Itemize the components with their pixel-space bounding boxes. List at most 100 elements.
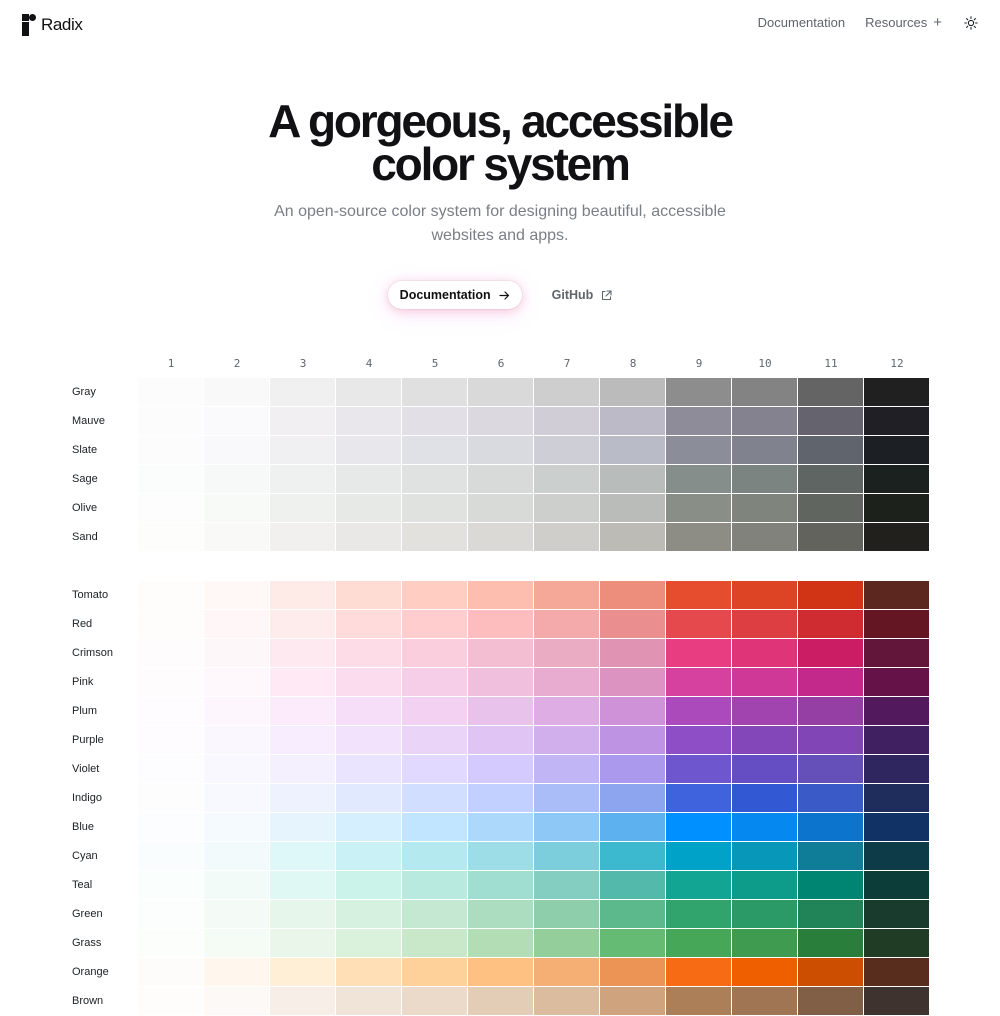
swatch-tomato-6[interactable] <box>468 581 533 609</box>
logo[interactable]: Radix <box>22 14 83 36</box>
swatch-crimson-11[interactable] <box>798 639 863 667</box>
swatch-grass-12[interactable] <box>864 929 929 957</box>
swatch-tomato-1[interactable] <box>138 581 203 609</box>
swatch-grass-9[interactable] <box>666 929 731 957</box>
swatch-purple-5[interactable] <box>402 726 467 754</box>
swatch-indigo-2[interactable] <box>204 784 269 812</box>
swatch-olive-11[interactable] <box>798 494 863 522</box>
swatch-tomato-7[interactable] <box>534 581 599 609</box>
swatch-gray-11[interactable] <box>798 378 863 406</box>
swatch-gray-10[interactable] <box>732 378 797 406</box>
swatch-teal-11[interactable] <box>798 871 863 899</box>
swatch-blue-2[interactable] <box>204 813 269 841</box>
swatch-green-4[interactable] <box>336 900 401 928</box>
swatch-cyan-6[interactable] <box>468 842 533 870</box>
swatch-violet-10[interactable] <box>732 755 797 783</box>
swatch-brown-10[interactable] <box>732 987 797 1015</box>
swatch-grass-11[interactable] <box>798 929 863 957</box>
swatch-tomato-10[interactable] <box>732 581 797 609</box>
swatch-sand-12[interactable] <box>864 523 929 551</box>
swatch-blue-9[interactable] <box>666 813 731 841</box>
swatch-pink-12[interactable] <box>864 668 929 696</box>
swatch-violet-6[interactable] <box>468 755 533 783</box>
swatch-sand-6[interactable] <box>468 523 533 551</box>
swatch-pink-11[interactable] <box>798 668 863 696</box>
swatch-purple-3[interactable] <box>270 726 335 754</box>
swatch-crimson-10[interactable] <box>732 639 797 667</box>
swatch-green-6[interactable] <box>468 900 533 928</box>
swatch-gray-9[interactable] <box>666 378 731 406</box>
swatch-purple-1[interactable] <box>138 726 203 754</box>
swatch-grass-5[interactable] <box>402 929 467 957</box>
swatch-cyan-2[interactable] <box>204 842 269 870</box>
swatch-plum-5[interactable] <box>402 697 467 725</box>
swatch-sand-4[interactable] <box>336 523 401 551</box>
swatch-tomato-5[interactable] <box>402 581 467 609</box>
swatch-blue-8[interactable] <box>600 813 665 841</box>
swatch-gray-4[interactable] <box>336 378 401 406</box>
swatch-teal-1[interactable] <box>138 871 203 899</box>
swatch-red-10[interactable] <box>732 610 797 638</box>
swatch-mauve-8[interactable] <box>600 407 665 435</box>
swatch-pink-9[interactable] <box>666 668 731 696</box>
swatch-slate-12[interactable] <box>864 436 929 464</box>
swatch-crimson-8[interactable] <box>600 639 665 667</box>
swatch-blue-4[interactable] <box>336 813 401 841</box>
swatch-slate-1[interactable] <box>138 436 203 464</box>
swatch-blue-3[interactable] <box>270 813 335 841</box>
swatch-grass-6[interactable] <box>468 929 533 957</box>
swatch-red-3[interactable] <box>270 610 335 638</box>
swatch-orange-6[interactable] <box>468 958 533 986</box>
swatch-grass-10[interactable] <box>732 929 797 957</box>
swatch-green-3[interactable] <box>270 900 335 928</box>
swatch-orange-11[interactable] <box>798 958 863 986</box>
swatch-red-5[interactable] <box>402 610 467 638</box>
swatch-teal-8[interactable] <box>600 871 665 899</box>
swatch-violet-11[interactable] <box>798 755 863 783</box>
swatch-mauve-12[interactable] <box>864 407 929 435</box>
swatch-sage-10[interactable] <box>732 465 797 493</box>
swatch-mauve-4[interactable] <box>336 407 401 435</box>
swatch-tomato-8[interactable] <box>600 581 665 609</box>
swatch-red-8[interactable] <box>600 610 665 638</box>
swatch-teal-3[interactable] <box>270 871 335 899</box>
swatch-indigo-9[interactable] <box>666 784 731 812</box>
swatch-orange-2[interactable] <box>204 958 269 986</box>
swatch-cyan-7[interactable] <box>534 842 599 870</box>
swatch-orange-4[interactable] <box>336 958 401 986</box>
swatch-olive-10[interactable] <box>732 494 797 522</box>
swatch-teal-5[interactable] <box>402 871 467 899</box>
swatch-mauve-6[interactable] <box>468 407 533 435</box>
swatch-brown-1[interactable] <box>138 987 203 1015</box>
swatch-olive-1[interactable] <box>138 494 203 522</box>
swatch-violet-3[interactable] <box>270 755 335 783</box>
swatch-plum-8[interactable] <box>600 697 665 725</box>
swatch-olive-9[interactable] <box>666 494 731 522</box>
swatch-sage-8[interactable] <box>600 465 665 493</box>
swatch-teal-10[interactable] <box>732 871 797 899</box>
swatch-olive-6[interactable] <box>468 494 533 522</box>
swatch-pink-2[interactable] <box>204 668 269 696</box>
documentation-button[interactable]: Documentation <box>387 281 522 309</box>
swatch-sand-7[interactable] <box>534 523 599 551</box>
swatch-pink-10[interactable] <box>732 668 797 696</box>
swatch-sand-3[interactable] <box>270 523 335 551</box>
swatch-olive-3[interactable] <box>270 494 335 522</box>
swatch-grass-4[interactable] <box>336 929 401 957</box>
swatch-gray-6[interactable] <box>468 378 533 406</box>
swatch-purple-12[interactable] <box>864 726 929 754</box>
swatch-green-11[interactable] <box>798 900 863 928</box>
swatch-pink-5[interactable] <box>402 668 467 696</box>
swatch-gray-7[interactable] <box>534 378 599 406</box>
swatch-slate-2[interactable] <box>204 436 269 464</box>
swatch-grass-3[interactable] <box>270 929 335 957</box>
swatch-red-6[interactable] <box>468 610 533 638</box>
swatch-gray-8[interactable] <box>600 378 665 406</box>
swatch-gray-2[interactable] <box>204 378 269 406</box>
swatch-purple-8[interactable] <box>600 726 665 754</box>
swatch-mauve-3[interactable] <box>270 407 335 435</box>
swatch-indigo-10[interactable] <box>732 784 797 812</box>
swatch-sand-8[interactable] <box>600 523 665 551</box>
swatch-sage-11[interactable] <box>798 465 863 493</box>
swatch-cyan-11[interactable] <box>798 842 863 870</box>
